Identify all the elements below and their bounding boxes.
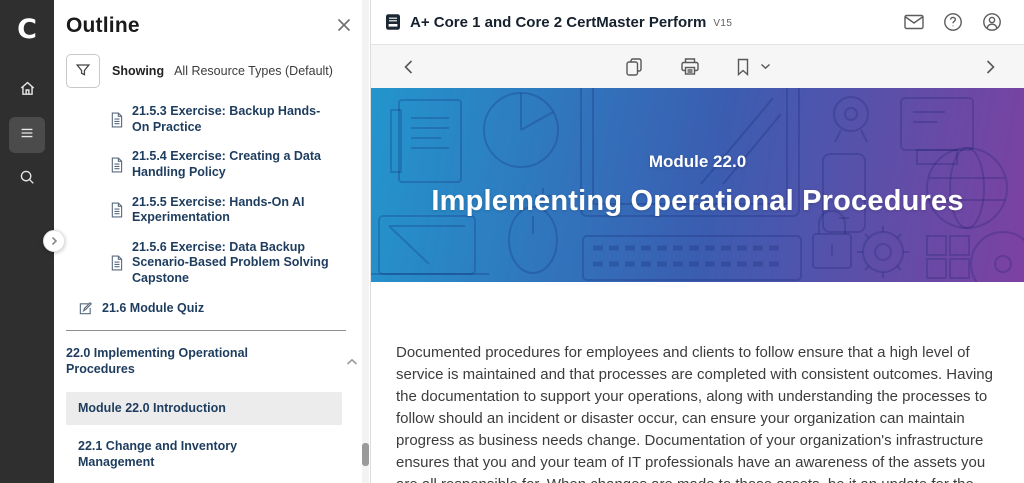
content-area: A+ Core 1 and Core 2 CertMaster Perform …: [371, 0, 1024, 483]
reader-toolbar: [371, 45, 1024, 88]
filter-label: Showing: [112, 64, 165, 78]
banner-module-number: Module 22.0: [648, 152, 747, 171]
filter-value: All Resource Types (Default): [174, 64, 333, 78]
rail-search-button[interactable]: [9, 161, 45, 197]
document-icon: [110, 202, 123, 218]
outline-item[interactable]: 22.1 Change and Inventory Management: [66, 439, 346, 470]
outline-panel: Outline Showing All Resource Types (Defa…: [54, 0, 371, 483]
panel-scrollbar-thumb[interactable]: [362, 443, 369, 466]
outline-item[interactable]: 21.5.6 Exercise: Data Backup Scenario-Ba…: [66, 240, 346, 287]
outline-list: 21.5.3 Exercise: Backup Hands-On Practic…: [66, 104, 370, 483]
account-icon[interactable]: [982, 12, 1002, 32]
outline-item[interactable]: 21.5.4 Exercise: Creating a Data Handlin…: [66, 149, 346, 180]
back-icon[interactable]: [403, 59, 414, 75]
copy-icon[interactable]: [625, 57, 644, 77]
banner-module-title: Implementing Operational Procedures: [431, 185, 964, 217]
outline-item-label: 21.5.6 Exercise: Data Backup Scenario-Ba…: [132, 239, 329, 285]
filter-button[interactable]: [66, 54, 100, 88]
print-icon[interactable]: [680, 57, 700, 76]
chevron-down-icon[interactable]: [760, 63, 771, 70]
outline-item[interactable]: 22.0 Implementing Operational Procedures: [66, 346, 358, 377]
search-icon: [18, 168, 36, 191]
mail-icon[interactable]: [904, 14, 924, 30]
panel-collapse-button[interactable]: [43, 230, 65, 252]
help-icon[interactable]: [943, 12, 963, 32]
outline-item[interactable]: Module 22.0 Introduction: [66, 391, 342, 426]
comptia-logo: C: [17, 14, 37, 45]
lesson-paragraph: Documented procedures for employees and …: [396, 344, 993, 483]
rail-outline-button[interactable]: [9, 117, 45, 153]
bookmark-icon[interactable]: [736, 58, 750, 76]
filter-row: Showing All Resource Types (Default): [66, 54, 370, 88]
outline-item-label: 22.0 Implementing Operational Procedures: [66, 346, 248, 376]
outline-item-label: 22.1 Change and Inventory Management: [78, 439, 238, 469]
outline-item-label: 21.5.3 Exercise: Backup Hands-On Practic…: [132, 104, 321, 134]
rail-home-button[interactable]: [9, 73, 45, 109]
filter-icon: [74, 61, 92, 82]
document-icon: [110, 255, 123, 271]
document-icon: [110, 157, 123, 173]
document-icon: [110, 112, 123, 128]
course-title: A+ Core 1 and Core 2 CertMaster Perform: [410, 13, 707, 31]
close-icon[interactable]: [336, 17, 352, 38]
book-icon: [384, 13, 402, 31]
outline-item-label: 21.5.4 Exercise: Creating a Data Handlin…: [132, 149, 321, 179]
outline-item[interactable]: 21.5.5 Exercise: Hands-On AI Experimenta…: [66, 195, 346, 226]
outline-item-label: 21.6 Module Quiz: [102, 300, 205, 315]
forward-icon[interactable]: [985, 59, 996, 75]
outline-item[interactable]: 21.5.3 Exercise: Backup Hands-On Practic…: [66, 104, 346, 135]
course-version: V15: [713, 18, 733, 29]
chevron-up-icon[interactable]: [346, 358, 358, 366]
outline-item-label: 21.5.5 Exercise: Hands-On AI Experimenta…: [132, 194, 305, 225]
outline-item-label: Module 22.0 Introduction: [78, 400, 226, 415]
outline-item[interactable]: 21.6 Module Quiz: [66, 301, 346, 317]
app-window: C Outline Showing All Resource Types (De…: [0, 0, 1024, 483]
panel-scrollbar-track[interactable]: [362, 0, 369, 483]
home-icon: [18, 79, 37, 103]
module-banner: Module 22.0 Implementing Operational Pro…: [371, 88, 1024, 282]
lesson-body: Documented procedures for employees and …: [371, 282, 1024, 483]
outline-section-divider: [66, 330, 346, 332]
course-header: A+ Core 1 and Core 2 CertMaster Perform …: [371, 0, 1024, 45]
menu-icon: [18, 124, 36, 147]
outline-title: Outline: [66, 14, 140, 37]
quiz-icon: [78, 301, 93, 316]
